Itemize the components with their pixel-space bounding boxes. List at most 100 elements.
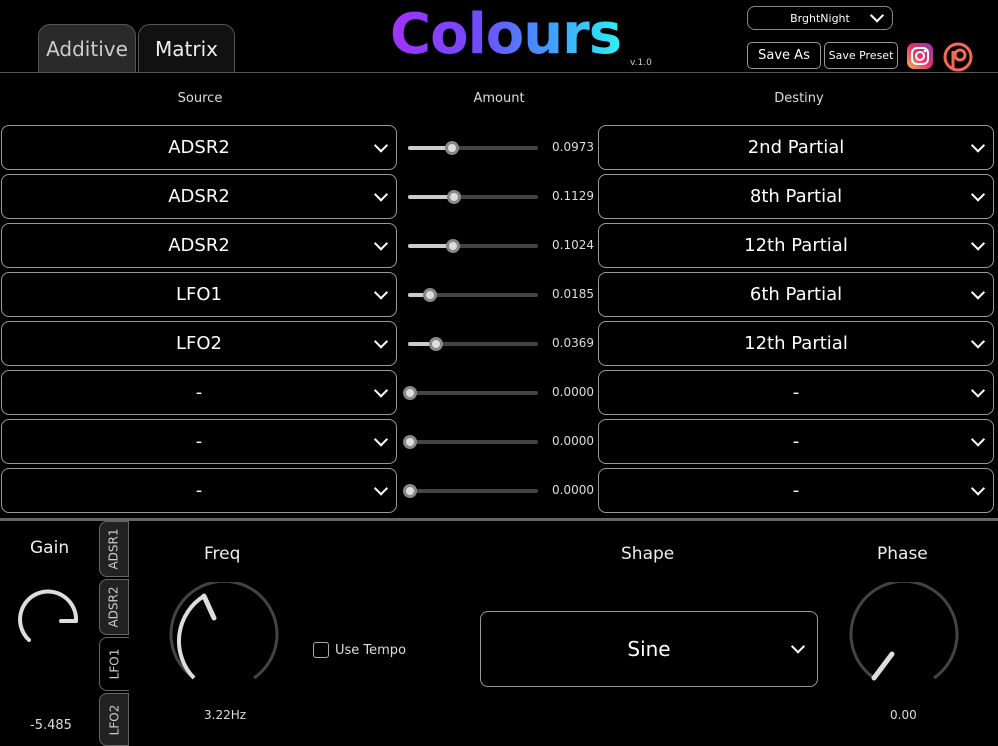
amount-slider-fill [408, 244, 451, 248]
amount-slider[interactable] [408, 288, 538, 302]
source-select[interactable]: LFO1 [1, 272, 397, 317]
source-value: - [195, 480, 203, 501]
amount-slider[interactable] [403, 484, 538, 498]
preset-name: BrghtNight [790, 11, 850, 25]
gain-label: Gain [30, 538, 70, 558]
chevron-down-icon [373, 137, 389, 153]
source-select[interactable]: - [1, 419, 397, 464]
chevron-down-icon [970, 235, 986, 251]
instagram-icon[interactable] [906, 42, 934, 70]
amount-slider[interactable] [403, 386, 538, 400]
shape-value: Sine [627, 637, 671, 661]
mod-tab-adsr1[interactable]: ADSR1 [99, 521, 129, 577]
amount-slider-thumb[interactable] [446, 239, 460, 253]
version-label: v.1.0 [630, 58, 652, 68]
chevron-down-icon [373, 333, 389, 349]
destiny-value: - [792, 382, 800, 403]
source-value: - [195, 431, 203, 452]
gain-knob[interactable] [15, 588, 81, 654]
section-divider [0, 518, 998, 521]
chevron-down-icon [970, 284, 986, 300]
amount-value: 0.0000 [552, 483, 594, 497]
amount-slider-thumb[interactable] [403, 435, 417, 449]
chevron-down-icon [970, 431, 986, 447]
source-select[interactable]: - [1, 370, 397, 415]
header-divider [0, 72, 998, 73]
destiny-value: 8th Partial [749, 186, 843, 207]
chevron-down-icon [373, 382, 389, 398]
shape-select[interactable]: Sine [480, 611, 818, 687]
destiny-value: - [792, 431, 800, 452]
chevron-down-icon [970, 186, 986, 202]
source-select[interactable]: - [1, 468, 397, 513]
amount-slider-fill [408, 146, 450, 150]
destiny-select[interactable]: 12th Partial [598, 223, 994, 268]
phase-knob[interactable] [848, 579, 960, 694]
freq-knob[interactable] [168, 579, 280, 694]
amount-slider-thumb[interactable] [403, 484, 417, 498]
source-value: ADSR2 [168, 137, 230, 158]
source-select[interactable]: ADSR2 [1, 223, 397, 268]
use-tempo-label: Use Tempo [335, 643, 407, 658]
destiny-value: 2nd Partial [747, 137, 845, 158]
amount-slider[interactable] [408, 337, 538, 351]
phase-label: Phase [877, 544, 928, 564]
destiny-select[interactable]: 6th Partial [598, 272, 994, 317]
source-select[interactable]: ADSR2 [1, 174, 397, 219]
source-select[interactable]: LFO2 [1, 321, 397, 366]
destiny-select[interactable]: 2nd Partial [598, 125, 994, 170]
save-preset-button[interactable]: Save Preset [824, 42, 898, 69]
source-value: ADSR2 [168, 235, 230, 256]
chevron-down-icon [970, 137, 986, 153]
use-tempo-checkbox[interactable] [313, 642, 329, 658]
amount-slider-thumb[interactable] [429, 337, 443, 351]
freq-label: Freq [204, 544, 241, 564]
source-value: - [195, 382, 203, 403]
tab-additive[interactable]: Additive [38, 24, 136, 72]
amount-slider[interactable] [403, 435, 538, 449]
destiny-select[interactable]: - [598, 419, 994, 464]
destiny-column-header: Destiny [774, 91, 824, 106]
amount-slider-thumb[interactable] [403, 386, 417, 400]
amount-slider[interactable] [408, 141, 538, 155]
chevron-down-icon [373, 431, 389, 447]
amount-column-header: Amount [473, 91, 525, 106]
destiny-select[interactable]: 12th Partial [598, 321, 994, 366]
phase-value: 0.00 [890, 708, 917, 722]
preset-select[interactable]: BrghtNight [747, 6, 893, 30]
destiny-select[interactable]: - [598, 370, 994, 415]
destiny-value: 12th Partial [744, 235, 848, 256]
chevron-down-icon [970, 382, 986, 398]
amount-slider[interactable] [408, 239, 538, 253]
patreon-icon[interactable] [943, 42, 973, 72]
destiny-select[interactable]: - [598, 468, 994, 513]
amount-slider-thumb[interactable] [447, 190, 461, 204]
mod-tab-adsr2[interactable]: ADSR2 [99, 579, 129, 635]
tab-matrix[interactable]: Matrix [138, 24, 235, 72]
destiny-value: - [792, 480, 800, 501]
chevron-down-icon [790, 639, 806, 654]
amount-slider[interactable] [408, 190, 538, 204]
source-value: LFO1 [175, 284, 222, 305]
amount-slider-thumb[interactable] [445, 141, 459, 155]
save-as-button[interactable]: Save As [747, 42, 821, 69]
source-select[interactable]: ADSR2 [1, 125, 397, 170]
amount-value: 0.0973 [552, 140, 594, 154]
destiny-select[interactable]: 8th Partial [598, 174, 994, 219]
freq-value: 3.22Hz [204, 708, 247, 722]
amount-value: 0.1024 [552, 238, 594, 252]
mod-tab-lfo2[interactable]: LFO2 [99, 693, 129, 746]
chevron-down-icon [373, 186, 389, 202]
chevron-down-icon [970, 333, 986, 349]
app-logo: Colours [390, 2, 622, 67]
amount-value: 0.0000 [552, 385, 594, 399]
gain-value: -5.485 [30, 718, 72, 733]
chevron-down-icon [373, 235, 389, 251]
source-column-header: Source [177, 91, 223, 106]
amount-slider-thumb[interactable] [423, 288, 437, 302]
destiny-value: 12th Partial [744, 333, 848, 354]
mod-tab-lfo1[interactable]: LFO1 [99, 637, 129, 691]
amount-value: 0.1129 [552, 189, 594, 203]
chevron-down-icon [970, 480, 986, 496]
chevron-down-icon [869, 8, 885, 23]
